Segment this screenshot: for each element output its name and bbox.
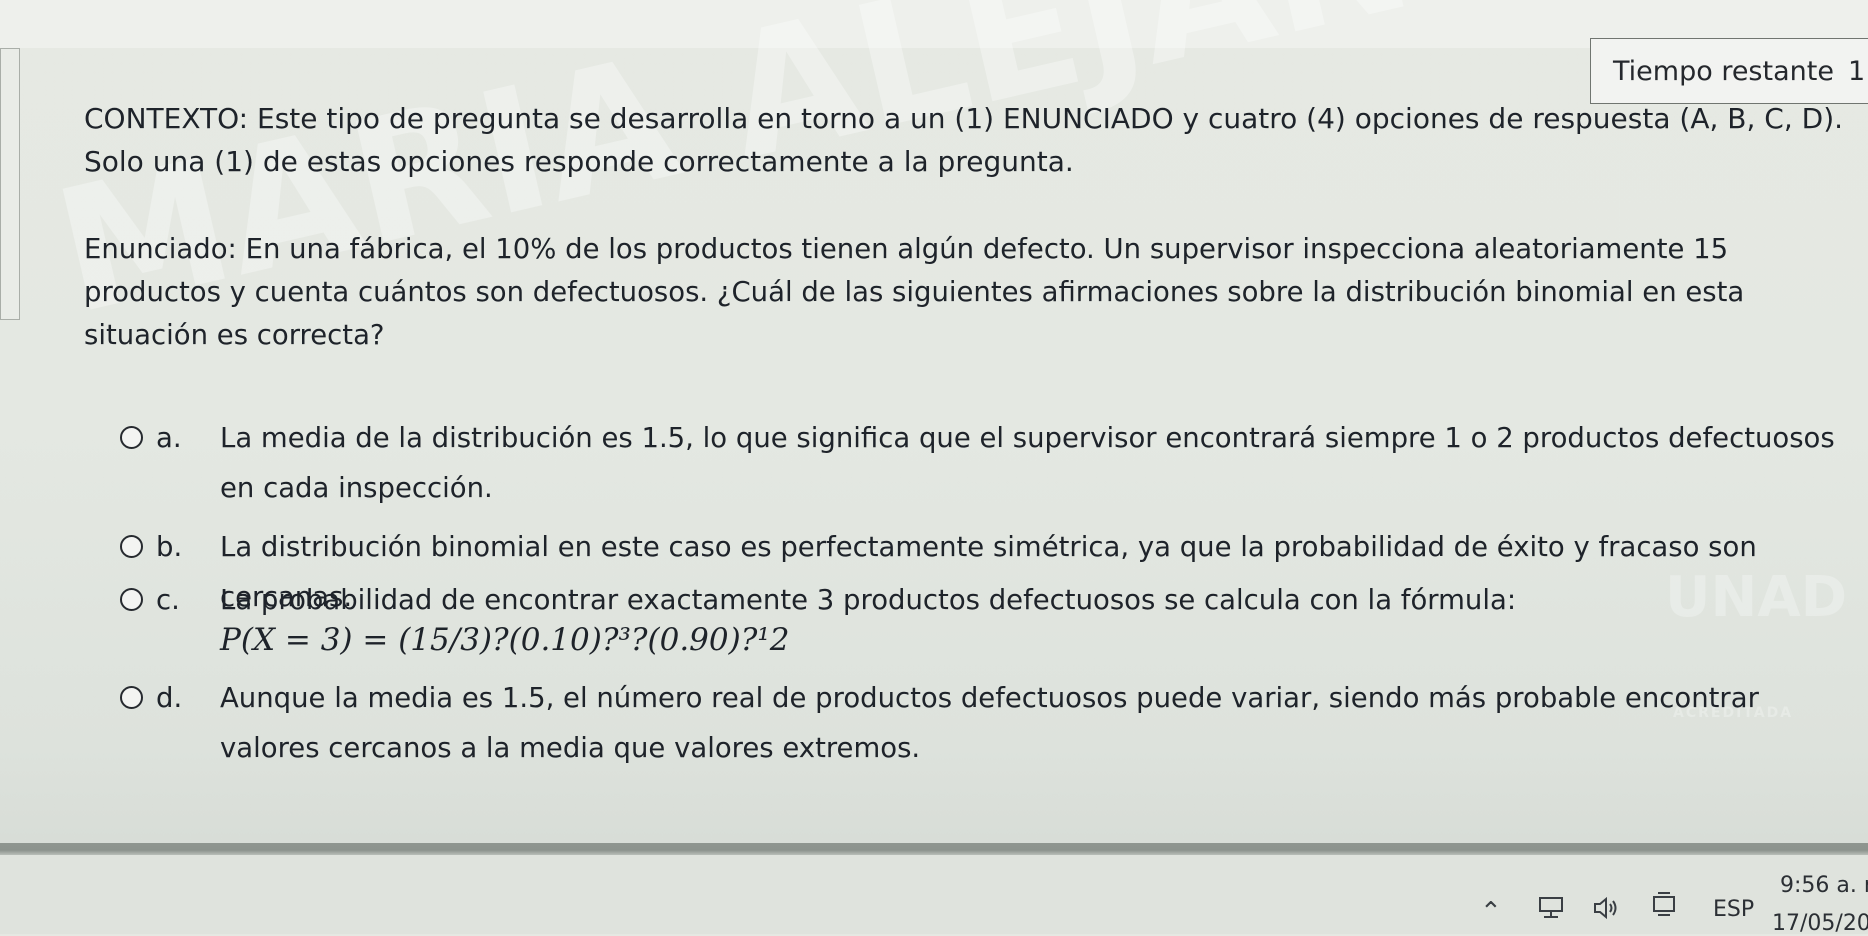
clock-date[interactable]: 17/05/2025	[1772, 911, 1868, 936]
chevron-up-icon[interactable]: ⌃	[1480, 897, 1502, 927]
volume-icon-svg	[1594, 896, 1617, 920]
clock-time[interactable]: 9:56 a. m.	[1780, 873, 1868, 898]
option-text[interactable]: Aunque la media es 1.5, el número real d…	[220, 673, 1860, 773]
network-icon[interactable]	[1538, 895, 1568, 928]
network-icon-svg	[1539, 897, 1563, 918]
option-a[interactable]: a. La media de la distribución es 1.5, l…	[120, 413, 1860, 513]
option-letter: a.	[156, 422, 182, 454]
option-text[interactable]: La probabilidad de encontrar exactamente…	[220, 575, 1860, 625]
option-letter: b.	[156, 531, 183, 563]
option-d[interactable]: d. Aunque la media es 1.5, el número rea…	[120, 673, 1860, 773]
window-bottom-border	[0, 843, 1868, 855]
context-line-2: Solo una (1) de estas opciones responde …	[84, 145, 1074, 178]
radio-option-c[interactable]	[120, 588, 143, 611]
left-scroll-edge	[0, 48, 20, 320]
radio-option-b[interactable]	[120, 535, 143, 558]
keyboard-icon-svg	[1653, 892, 1675, 916]
timer-label: Tiempo restante	[1613, 55, 1834, 87]
language-indicator[interactable]: ESP	[1713, 897, 1754, 922]
top-band	[0, 0, 1868, 48]
option-c[interactable]: c. La probabilidad de encontrar exactame…	[120, 575, 1860, 625]
option-letter: d.	[156, 682, 183, 714]
radio-option-a[interactable]	[120, 426, 143, 449]
system-tray: ⌃ ESP 9:56 a. m. 17/05/2025	[0, 855, 1868, 936]
volume-icon[interactable]	[1592, 895, 1622, 928]
context-block: CONTEXTO: Este tipo de pregunta se desar…	[84, 97, 1864, 183]
time-remaining-box: Tiempo restante 1:29:5	[1590, 38, 1868, 104]
context-line-1: CONTEXTO: Este tipo de pregunta se desar…	[84, 102, 1844, 135]
timer-value: 1:29:5	[1847, 55, 1868, 87]
taskbar: ⌃ ESP 9:56 a. m. 17/05/2025	[0, 855, 1868, 936]
radio-option-d[interactable]	[120, 686, 143, 709]
option-c-formula: P(X = 3) = (15/3)?(0.10)?³?(0.90)?¹2	[220, 622, 790, 658]
option-letter: c.	[156, 584, 180, 616]
keyboard-icon[interactable]	[1652, 891, 1678, 928]
question-statement: Enunciado: En una fábrica, el 10% de los…	[84, 233, 1745, 351]
option-text[interactable]: La media de la distribución es 1.5, lo q…	[220, 413, 1860, 513]
